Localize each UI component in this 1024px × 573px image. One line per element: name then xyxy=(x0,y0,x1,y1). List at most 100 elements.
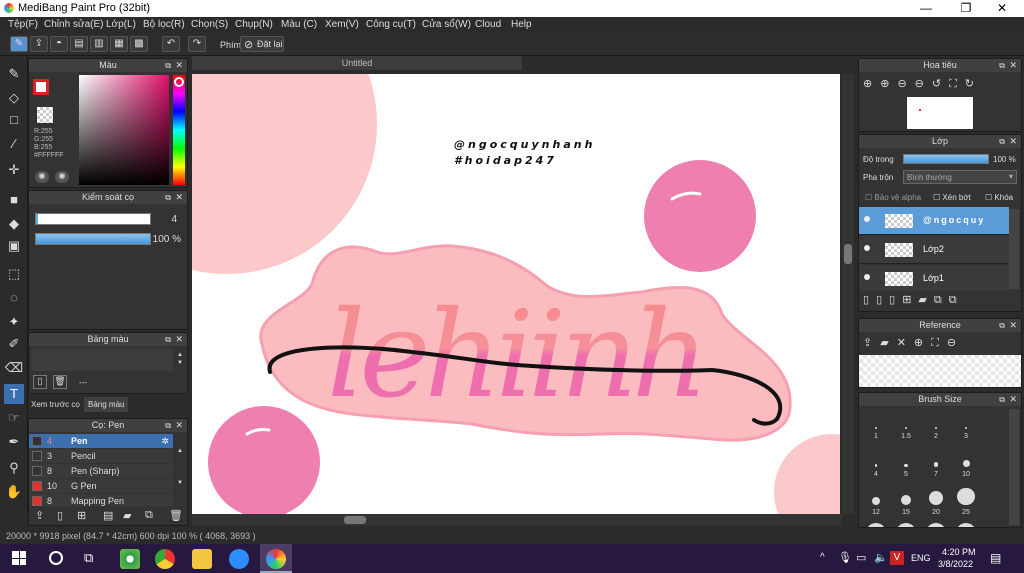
palette-scroll-icon[interactable]: ▲ ▼ xyxy=(175,351,185,369)
bucket-tool-icon[interactable]: ◆ xyxy=(4,214,24,234)
trash-icon[interactable]: 🗑 xyxy=(169,509,183,522)
eraser-tool-icon[interactable]: ◇ xyxy=(4,88,24,108)
export-icon[interactable]: ⇪ xyxy=(30,36,48,52)
brush-list-item[interactable]: 8 Pen (Sharp) xyxy=(29,464,173,478)
new-brush-icon[interactable]: ▯ xyxy=(57,509,63,522)
brush-size-option[interactable]: 2 xyxy=(921,409,951,445)
operation-tool-icon[interactable]: ☞ xyxy=(4,408,24,428)
close-button[interactable]: ✕ xyxy=(982,0,1022,17)
brush-size-option[interactable]: 25 xyxy=(951,485,981,521)
task-view-icon[interactable]: ⧉ xyxy=(84,550,93,566)
text-tool-icon[interactable]: T xyxy=(4,384,24,404)
document-canvas[interactable]: lehiinh @ngocquynhanh #hoidap247 xyxy=(192,74,840,514)
popout-icon[interactable]: ⧉ xyxy=(165,333,171,346)
menu-color[interactable]: Màu (C) xyxy=(281,19,317,30)
comment-icon[interactable]: ▤ xyxy=(70,36,88,52)
brush-size-option[interactable]: 12 xyxy=(861,485,891,521)
zoom-out-icon[interactable]: ⊖ xyxy=(947,337,964,349)
add-brush-icon[interactable]: ⊞ xyxy=(77,509,86,522)
undo-icon[interactable]: ↶ xyxy=(162,36,180,52)
protect-alpha-checkbox[interactable]: ☐ Bảo vệ alpha xyxy=(865,193,921,202)
brush-size-option[interactable]: 1 xyxy=(861,409,891,445)
redo-icon[interactable]: ↷ xyxy=(188,36,206,52)
zoom-out-icon[interactable]: ⊖ xyxy=(897,78,914,90)
brush-size-option[interactable]: 1.5 xyxy=(891,409,921,445)
language-indicator[interactable]: ENG xyxy=(911,553,931,563)
foreground-color-swatch[interactable] xyxy=(33,79,49,95)
menu-view[interactable]: Xem(V) xyxy=(325,19,359,30)
brush-size-option[interactable]: 3 xyxy=(951,409,981,445)
reference-view[interactable] xyxy=(859,355,1021,387)
menu-cloud[interactable]: Cloud xyxy=(475,19,501,30)
horizontal-scroll-thumb[interactable] xyxy=(344,516,366,524)
brush-size-option[interactable]: 20 xyxy=(921,485,951,521)
layer-opacity-slider[interactable] xyxy=(903,154,989,164)
brush-size-option[interactable]: 7 xyxy=(921,447,951,483)
close-icon[interactable]: ✕ xyxy=(1009,135,1017,148)
select-pen-icon[interactable]: ✐ xyxy=(4,334,24,354)
brush-list-item[interactable]: 8 Mapping Pen xyxy=(29,494,173,506)
layer-scrollbar[interactable] xyxy=(1009,209,1019,289)
horizontal-scrollbar[interactable] xyxy=(192,514,842,526)
network-icon[interactable]: ▭ xyxy=(856,551,866,564)
zoom-icon[interactable] xyxy=(229,549,249,569)
lock-checkbox[interactable]: ☐ Khóa xyxy=(985,193,1013,202)
select-tool-icon[interactable]: ⬚ xyxy=(4,264,24,284)
menu-file[interactable]: Tệp(F) xyxy=(8,19,38,30)
app-icon[interactable] xyxy=(120,549,140,569)
clipping-checkbox[interactable]: ☐ Xén bớt xyxy=(933,193,971,202)
cloud-brush-icon[interactable]: ⇪ xyxy=(35,509,44,522)
file-explorer-icon[interactable] xyxy=(192,549,212,569)
close-icon[interactable]: ✕ xyxy=(1009,319,1017,332)
brush-scrollbar[interactable]: ▲ ▼ xyxy=(175,435,185,505)
close-reference-icon[interactable]: ✕ xyxy=(897,337,914,349)
popout-icon[interactable]: ⧉ xyxy=(165,191,171,204)
layer-row[interactable]: Lớp2 xyxy=(859,236,1009,264)
close-icon[interactable]: ✕ xyxy=(1009,59,1017,72)
layer-row[interactable]: Lớp1 xyxy=(859,265,1009,291)
maximize-button[interactable]: ❐ xyxy=(946,0,986,17)
new-palette-icon[interactable]: ▯ xyxy=(33,375,47,389)
copy-brush-icon[interactable]: ▤ xyxy=(103,509,113,522)
clock-time[interactable]: 4:20 PM xyxy=(942,547,976,557)
grid-icon[interactable]: ▦ xyxy=(110,36,128,52)
new-layer-icon[interactable]: ▯ xyxy=(863,294,876,306)
palette-icon[interactable]: ◉ xyxy=(35,171,49,183)
eye-icon[interactable] xyxy=(864,245,870,251)
brush-size-slider[interactable] xyxy=(35,213,151,225)
new-color-layer-icon[interactable]: ▯ xyxy=(876,294,889,306)
rectangle-tool-icon[interactable]: □ xyxy=(4,110,24,130)
close-icon[interactable]: ✕ xyxy=(175,333,183,346)
merge-layer-icon[interactable]: ⧉ xyxy=(949,294,964,306)
magic-wand-icon[interactable]: ✦ xyxy=(4,312,24,332)
brush-size-option[interactable]: 10 xyxy=(951,447,981,483)
brush-size-scrollbar[interactable] xyxy=(1009,409,1019,525)
vpn-icon[interactable]: V xyxy=(890,551,904,565)
cloud-upload-icon[interactable]: ⇪ xyxy=(863,337,880,349)
zoom-in-icon[interactable]: ⊕ xyxy=(863,78,880,90)
rotate-right-icon[interactable]: ↻ xyxy=(965,78,982,90)
lasso-tool-icon[interactable]: ◌ xyxy=(4,288,24,308)
fit-icon[interactable]: ⛶ xyxy=(949,78,965,90)
palette-add-icon[interactable]: ◉ xyxy=(55,171,69,183)
transparent-swatch[interactable] xyxy=(37,107,53,123)
notification-icon[interactable]: ▤ xyxy=(990,551,1001,565)
zoom-in-icon[interactable]: ⊕ xyxy=(914,337,931,349)
new-halftone-layer-icon[interactable]: ▯ xyxy=(889,294,902,306)
minimize-button[interactable]: — xyxy=(906,0,946,17)
eyedropper-tool-icon[interactable]: ⚲ xyxy=(4,458,24,478)
chevron-up-icon[interactable]: ^ xyxy=(820,552,825,563)
popout-icon[interactable]: ⧉ xyxy=(165,59,171,72)
saturation-value-picker[interactable] xyxy=(79,75,169,185)
chrome-icon[interactable] xyxy=(155,549,175,569)
move-tool-icon[interactable]: ✛ xyxy=(4,160,24,180)
open-folder-icon[interactable]: ▰ xyxy=(880,337,896,349)
gradient-tool-icon[interactable]: ▣ xyxy=(4,236,24,256)
medibang-taskbar-button[interactable] xyxy=(260,544,292,573)
brush-size-option[interactable]: 15 xyxy=(891,485,921,521)
blend-mode-select[interactable]: Bình thường ▾ xyxy=(903,170,1017,184)
close-icon[interactable]: ✕ xyxy=(175,59,183,72)
tab-palette[interactable]: Bảng màu xyxy=(84,397,129,412)
menu-tools[interactable]: Công cụ(T) xyxy=(366,19,416,30)
brush-list-item[interactable]: 3 Pencil xyxy=(29,449,173,463)
